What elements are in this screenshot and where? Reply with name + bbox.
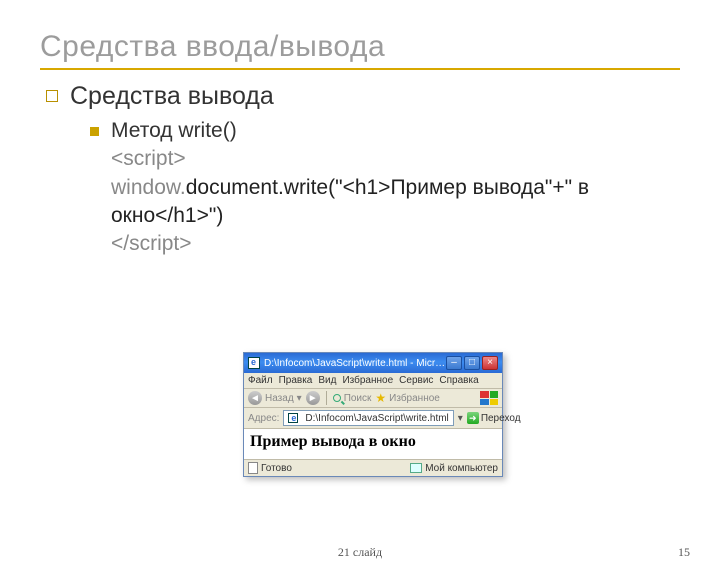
code-close-tag: </script> — [111, 232, 192, 255]
go-button[interactable]: ➜ Переход — [467, 412, 521, 424]
menu-favorites[interactable]: Избранное — [342, 375, 393, 386]
forward-button[interactable]: ► — [306, 391, 320, 405]
search-button[interactable]: Поиск — [333, 393, 372, 404]
maximize-button[interactable]: □ — [464, 356, 480, 370]
search-label: Поиск — [344, 393, 372, 404]
code-block: <script> window.document.write("<h1>Прим… — [111, 145, 680, 258]
go-label: Переход — [481, 413, 521, 424]
bullet-level-2: Метод write() <script> window.document.w… — [90, 117, 680, 259]
lvl1-text: Средства вывода — [70, 82, 274, 111]
status-right-text: Мой компьютер — [425, 463, 498, 474]
slide-title: Средства ввода/вывода — [40, 30, 720, 64]
back-arrow-icon: ◄ — [248, 391, 262, 405]
address-value: D:\Infocom\JavaScript\write.html — [305, 413, 448, 424]
menu-tools[interactable]: Сервис — [399, 375, 433, 386]
toolbar: ◄ Назад ▾ ► Поиск ★ Избранное — [244, 389, 502, 408]
menu-edit[interactable]: Правка — [279, 375, 313, 386]
back-label: Назад — [265, 393, 294, 404]
code-open-tag: <script> — [111, 147, 186, 170]
address-input[interactable]: D:\Infocom\JavaScript\write.html — [283, 410, 453, 426]
search-icon — [333, 394, 341, 402]
code-window-word: window. — [111, 176, 186, 199]
lvl2-text: Метод write() — [111, 117, 237, 145]
square-bullet-icon — [46, 90, 58, 102]
document-icon — [248, 462, 258, 474]
star-icon: ★ — [375, 392, 386, 404]
filled-square-bullet-icon — [90, 127, 99, 136]
menu-help[interactable]: Справка — [439, 375, 478, 386]
window-titlebar: D:\Infocom\JavaScript\write.html - Micro… — [244, 353, 502, 373]
statusbar: Готово Мой компьютер — [244, 459, 502, 476]
my-computer-icon — [410, 463, 422, 473]
slide-footer: 21 слайд — [0, 545, 720, 560]
close-button[interactable]: × — [482, 356, 498, 370]
address-label: Адрес: — [248, 413, 279, 424]
address-bar: Адрес: D:\Infocom\JavaScript\write.html … — [244, 408, 502, 429]
favorites-label: Избранное — [389, 393, 440, 404]
ie-page-icon — [288, 413, 298, 423]
menu-view[interactable]: Вид — [318, 375, 336, 386]
browser-screenshot: D:\Infocom\JavaScript\write.html - Micro… — [243, 352, 503, 477]
window-title-text: D:\Infocom\JavaScript\write.html - Micro… — [264, 358, 446, 369]
bullet-level-1: Средства вывода — [46, 82, 680, 111]
favorites-button[interactable]: ★ Избранное — [375, 392, 439, 404]
menubar: Файл Правка Вид Избранное Сервис Справка — [244, 373, 502, 389]
ie-icon — [248, 357, 260, 369]
title-rule — [40, 68, 680, 70]
windows-flag-icon — [480, 391, 498, 405]
menu-file[interactable]: Файл — [248, 375, 273, 386]
minimize-button[interactable]: – — [446, 356, 462, 370]
status-left-text: Готово — [261, 463, 292, 474]
back-button[interactable]: ◄ Назад ▾ — [248, 391, 302, 405]
slide-body: Средства вывода Метод write() <script> w… — [40, 82, 680, 259]
page-content: Пример вывода в окно — [244, 429, 502, 459]
go-arrow-icon: ➜ — [467, 412, 479, 424]
content-heading: Пример вывода в окно — [250, 433, 496, 451]
slide-number: 15 — [678, 545, 690, 560]
